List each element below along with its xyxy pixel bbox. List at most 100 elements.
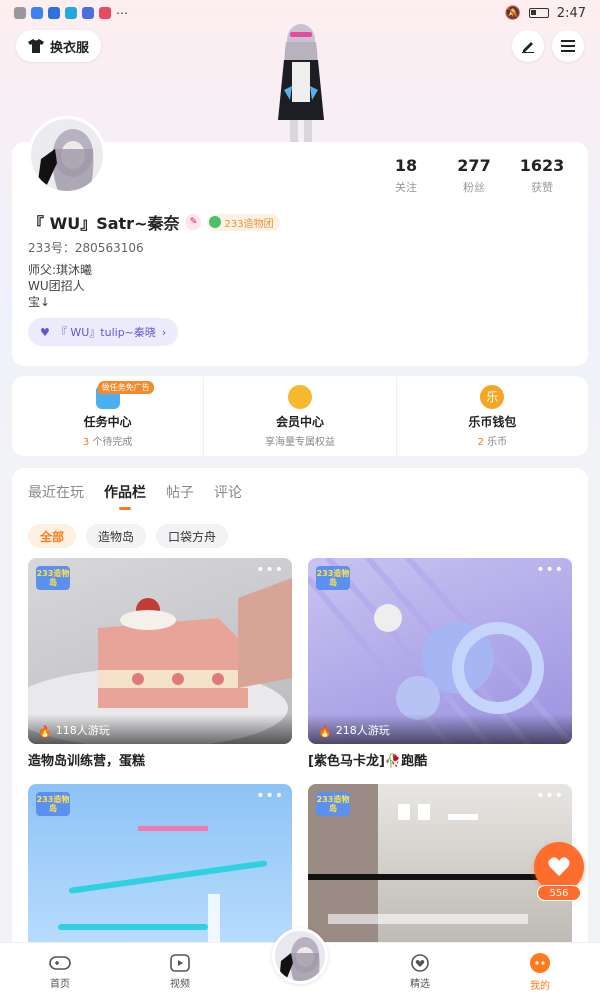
tab-posts[interactable]: 帖子: [166, 482, 194, 502]
coin-balance: 2: [477, 436, 484, 448]
more-options-icon[interactable]: •••: [536, 788, 564, 804]
like-count-badge: 556: [537, 885, 581, 901]
following-label: 关注: [395, 181, 417, 194]
task-count-label: 个待完成: [92, 436, 133, 448]
chip-island[interactable]: 造物岛: [86, 524, 147, 548]
flame-icon: 🔥: [38, 725, 52, 738]
more-options-icon[interactable]: •••: [536, 562, 564, 578]
battery-icon: [528, 8, 549, 18]
wallet-button[interactable]: 乐 乐币钱包 2 乐币: [395, 376, 588, 456]
profile-stats: 18 关注 277 粉丝 1623 获赞: [372, 156, 576, 195]
team-icon: [209, 216, 222, 228]
nav-featured-label: 精选: [410, 978, 430, 990]
wifi-icon: [14, 7, 26, 19]
team-badge[interactable]: 233造物团: [207, 213, 280, 231]
chevron-right-icon: ›: [161, 325, 167, 339]
game-card[interactable]: 233造物岛 ••• 🔥 118人游玩: [28, 558, 292, 744]
game-logo: 233造物岛: [36, 566, 70, 590]
gamepad-icon: [49, 955, 71, 970]
app-icon: [48, 7, 60, 19]
bio-line: 师父:琪沐曦: [28, 263, 93, 277]
shirt-icon: [28, 39, 44, 53]
featured-heart-icon: [411, 953, 429, 972]
followers-count: 277: [457, 156, 491, 175]
vip-center-button[interactable]: 会员中心 享海量专属权益: [203, 376, 395, 456]
nav-home[interactable]: 首页: [0, 943, 120, 1000]
wallet-subtitle: 2 乐币: [478, 433, 508, 448]
following-stat[interactable]: 18 关注: [372, 156, 440, 195]
tab-recently-played[interactable]: 最近在玩: [28, 482, 84, 502]
wallet-title: 乐币钱包: [468, 414, 517, 429]
pin-badge-icon[interactable]: ✎: [185, 214, 202, 230]
relation-button[interactable]: ♥ 『 WU』tulip~秦晓 ›: [28, 318, 179, 346]
vip-center-title: 会员中心: [275, 414, 324, 429]
tab-comments[interactable]: 评论: [214, 482, 242, 502]
more-options-icon[interactable]: •••: [256, 562, 284, 578]
status-icons: ⋯: [14, 6, 128, 20]
avatar-character[interactable]: [262, 20, 340, 148]
user-id[interactable]: 233号：280563106: [28, 239, 144, 256]
heart-icon: ♥: [40, 325, 50, 339]
bio: 师父:琪沐曦 WU团招人 宝↓: [28, 262, 92, 310]
chip-all[interactable]: 全部: [28, 524, 77, 548]
nav-home-label: 首页: [50, 978, 70, 990]
game-logo: 233造物岛: [316, 792, 350, 816]
nav-me[interactable]: 我的: [480, 943, 600, 1000]
app-icon: [99, 7, 111, 19]
hamburger-icon: [561, 40, 575, 52]
heart-icon: [548, 857, 570, 876]
me-face-icon: [530, 952, 550, 973]
game-card[interactable]: 233造物岛 ••• 🔥 218人游玩: [308, 558, 572, 744]
app-icon: [31, 7, 43, 19]
filter-chips: 全部 造物岛 口袋方舟: [28, 524, 229, 548]
nav-video-label: 视频: [170, 978, 190, 990]
following-count: 18: [394, 156, 418, 175]
chip-ark[interactable]: 口袋方舟: [156, 524, 229, 548]
game-title[interactable]: [紫色马卡龙]🥀跑酷: [308, 750, 427, 769]
task-count: 3: [82, 436, 90, 448]
pencil-icon: [522, 42, 534, 53]
flame-icon: 🔥: [318, 725, 332, 738]
username: 『 WU』Satr~秦奈: [28, 214, 180, 233]
mute-icon: 🔕: [504, 5, 521, 21]
relation-label: 『 WU』tulip~秦晓: [55, 326, 156, 339]
likes-stat[interactable]: 1623 获赞: [508, 156, 576, 195]
more-options-icon[interactable]: •••: [256, 788, 284, 804]
tab-works[interactable]: 作品栏: [104, 482, 146, 510]
clock: 2:47: [556, 5, 586, 21]
vip-center-subtitle: 享海量专属权益: [264, 436, 335, 448]
profile-avatar[interactable]: [28, 116, 106, 194]
task-center-title: 任务中心: [83, 414, 132, 429]
likes-label: 获赞: [531, 181, 553, 194]
game-title[interactable]: 造物岛训练营，蛋糕: [28, 750, 145, 769]
nav-me-label: 我的: [530, 980, 550, 992]
task-center-button[interactable]: 做任务免广告 任务中心 3 个待完成: [12, 376, 203, 456]
game-logo: 233造物岛: [36, 792, 70, 816]
play-count-label: 118人游玩: [55, 724, 110, 737]
bio-line: 宝↓: [28, 295, 51, 309]
change-outfit-label: 换衣服: [50, 40, 90, 56]
ad-free-tag: 做任务免广告: [97, 381, 154, 394]
play-count-label: 218人游玩: [335, 724, 390, 737]
app-icon: [65, 7, 77, 19]
video-icon: [170, 953, 190, 972]
app-icon: [82, 7, 94, 19]
edit-profile-button[interactable]: [512, 30, 544, 62]
nav-avatar-button[interactable]: [272, 928, 328, 984]
works-panel: 最近在玩 作品栏 帖子 评论 全部 造物岛 口袋方舟 233造物岛 ••• 🔥 1…: [12, 468, 588, 1000]
change-outfit-button[interactable]: 换衣服: [16, 30, 102, 62]
game-logo: 233造物岛: [316, 566, 350, 590]
nav-video[interactable]: 视频: [120, 943, 240, 1000]
profile-tabs: 最近在玩 作品栏 帖子 评论: [28, 482, 242, 510]
more-notifications-icon: ⋯: [116, 6, 128, 20]
followers-label: 粉丝: [463, 181, 485, 194]
nav-featured[interactable]: 精选: [360, 943, 480, 1000]
menu-button[interactable]: [552, 30, 584, 62]
followers-stat[interactable]: 277 粉丝: [440, 156, 508, 195]
bio-line: WU团招人: [28, 279, 85, 293]
play-count: 🔥 218人游玩: [308, 714, 572, 744]
name-row: 『 WU』Satr~秦奈 ✎ 233造物团: [28, 210, 280, 234]
team-badge-label: 233造物团: [224, 218, 274, 230]
crown-icon: [287, 384, 312, 409]
coin-icon: 乐: [480, 384, 505, 409]
